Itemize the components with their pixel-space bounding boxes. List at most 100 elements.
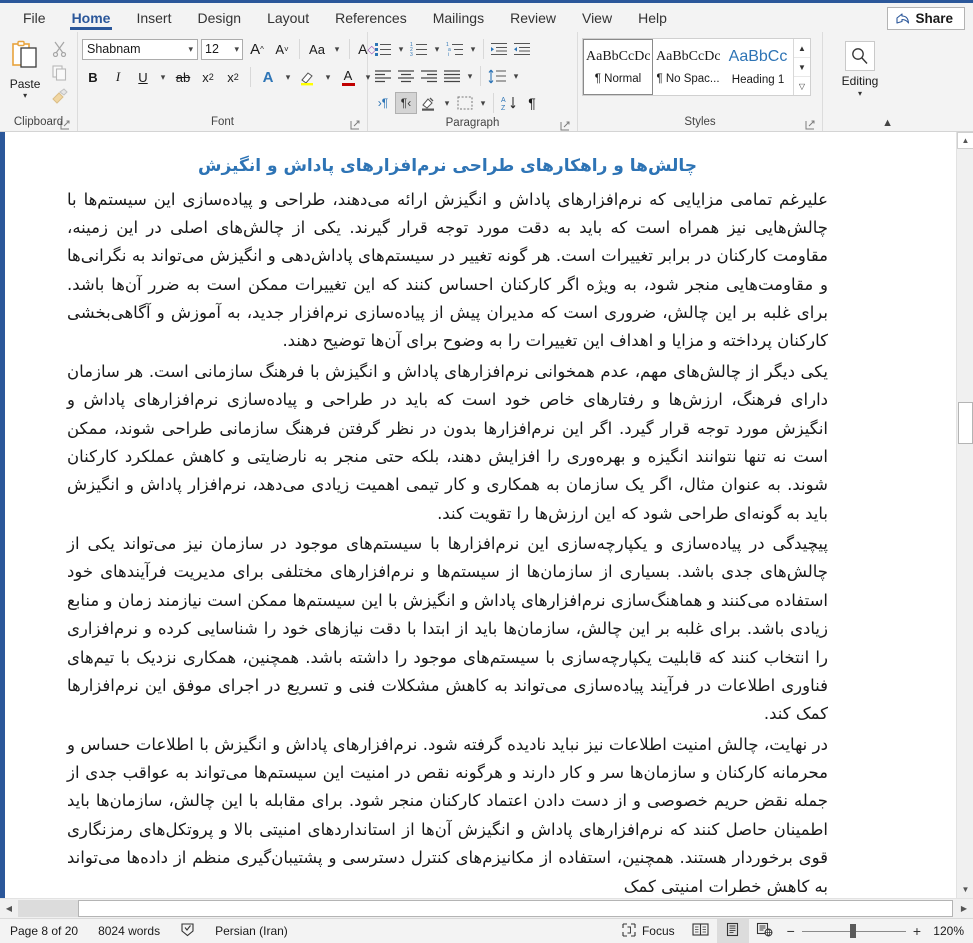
cut-button[interactable] bbox=[51, 40, 68, 62]
zoom-out-button[interactable]: − bbox=[787, 924, 795, 938]
text-direction-ltr-icon[interactable]: ›¶ bbox=[372, 92, 394, 114]
tab-review[interactable]: Review bbox=[497, 3, 569, 32]
text-effects-chevron-down-icon[interactable]: ▾ bbox=[282, 66, 294, 88]
style-item-normal[interactable]: AaBbCcDc ¶ Normal bbox=[583, 39, 653, 95]
sort-az-icon[interactable]: AZ bbox=[498, 92, 520, 114]
focus-mode-button[interactable]: Focus bbox=[612, 919, 685, 943]
document-page[interactable]: چالش‌ها و راهکارهای طراحی نرم‌افزارهای پ… bbox=[5, 132, 956, 898]
tab-file[interactable]: File bbox=[10, 3, 59, 32]
style-item-heading1[interactable]: AaBbCc Heading 1 bbox=[723, 39, 793, 95]
align-right-icon[interactable] bbox=[418, 65, 440, 87]
print-layout-button[interactable] bbox=[716, 919, 749, 943]
tab-mailings[interactable]: Mailings bbox=[420, 3, 497, 32]
format-painter-button[interactable] bbox=[51, 88, 68, 110]
style-item-no-spacing[interactable]: AaBbCcDc ¶ No Spac... bbox=[653, 39, 723, 95]
change-case-icon[interactable]: Aa bbox=[306, 38, 328, 60]
language-status[interactable]: Persian (Iran) bbox=[205, 919, 298, 943]
proofing-status[interactable] bbox=[170, 919, 205, 943]
text-effects-icon[interactable]: A bbox=[257, 66, 279, 88]
shading-chevron-down-icon[interactable]: ▾ bbox=[441, 92, 453, 114]
grow-font-icon[interactable]: A ^ bbox=[246, 38, 268, 60]
font-name-chevron-down-icon[interactable]: ▾ bbox=[188, 44, 193, 55]
tab-references[interactable]: References bbox=[322, 3, 420, 32]
page-number-status[interactable]: Page 8 of 20 bbox=[0, 919, 88, 943]
text-direction-rtl-icon[interactable]: ¶‹ bbox=[395, 92, 417, 114]
font-dialog-launcher-icon[interactable] bbox=[350, 120, 360, 130]
zoom-slider[interactable] bbox=[801, 924, 906, 938]
styles-dialog-launcher-icon[interactable] bbox=[805, 120, 815, 130]
ribbon-tabs: File Home Insert Design Layout Reference… bbox=[0, 3, 680, 32]
multilevel-list-icon[interactable]: 1ai bbox=[444, 38, 466, 60]
clipboard-dialog-launcher-icon[interactable] bbox=[60, 120, 70, 130]
numbering-chevron-down-icon[interactable]: ▾ bbox=[431, 38, 443, 60]
show-formatting-marks-icon[interactable]: ¶ bbox=[521, 92, 543, 114]
align-center-icon[interactable] bbox=[395, 65, 417, 87]
font-color-icon[interactable]: A bbox=[337, 66, 359, 88]
tab-view[interactable]: View bbox=[569, 3, 625, 32]
italic-button[interactable]: I bbox=[107, 66, 129, 88]
numbering-icon[interactable]: 123 bbox=[408, 38, 430, 60]
font-size-combobox[interactable]: 12 ▾ bbox=[201, 38, 243, 60]
page-scroll-viewport[interactable]: چالش‌ها و راهکارهای طراحی نرم‌افزارهای پ… bbox=[5, 132, 956, 898]
text-highlight-icon[interactable] bbox=[297, 66, 319, 88]
scroll-left-arrow-icon[interactable]: ◀ bbox=[0, 899, 18, 918]
scroll-down-arrow-icon[interactable]: ▼ bbox=[957, 881, 973, 898]
decrease-indent-icon[interactable] bbox=[488, 38, 510, 60]
text-highlight-chevron-down-icon[interactable]: ▾ bbox=[322, 66, 334, 88]
shrink-font-icon[interactable]: A ˅ bbox=[271, 38, 293, 60]
style-name-no-spacing: ¶ No Spac... bbox=[656, 73, 720, 85]
change-case-chevron-down-icon[interactable]: ▾ bbox=[331, 38, 343, 60]
scroll-up-arrow-icon[interactable]: ▲ bbox=[957, 132, 973, 149]
tab-home[interactable]: Home bbox=[59, 3, 124, 32]
paste-dropdown-chevron-down-icon[interactable]: ▾ bbox=[23, 92, 27, 100]
increase-indent-icon[interactable] bbox=[511, 38, 533, 60]
strikethrough-icon[interactable]: ab bbox=[172, 66, 194, 88]
copy-button[interactable] bbox=[51, 64, 68, 86]
zoom-slider-thumb[interactable] bbox=[849, 924, 856, 938]
read-mode-button[interactable] bbox=[685, 919, 717, 943]
bullets-icon[interactable] bbox=[372, 38, 394, 60]
paragraph-row-2: ▾ ▾ bbox=[372, 64, 522, 88]
horizontal-scrollbar-thumb[interactable] bbox=[78, 900, 953, 917]
horizontal-scrollbar[interactable]: ◀ ▶ bbox=[0, 898, 973, 918]
tab-design[interactable]: Design bbox=[184, 3, 254, 32]
multilevel-list-chevron-down-icon[interactable]: ▾ bbox=[467, 38, 479, 60]
vertical-scrollbar-thumb[interactable] bbox=[958, 402, 973, 444]
share-button[interactable]: Share bbox=[887, 7, 965, 30]
bold-button[interactable]: B bbox=[82, 66, 104, 88]
paragraph-dialog-launcher-icon[interactable] bbox=[560, 121, 570, 131]
superscript-icon[interactable]: x2 bbox=[222, 66, 244, 88]
underline-button[interactable]: U bbox=[132, 66, 154, 88]
borders-chevron-down-icon[interactable]: ▾ bbox=[477, 92, 489, 114]
horizontal-scrollbar-gap bbox=[18, 900, 78, 917]
web-layout-button[interactable] bbox=[749, 919, 781, 943]
editing-button[interactable]: Editing ▾ bbox=[827, 37, 893, 98]
styles-more-icon[interactable]: ▽ bbox=[794, 77, 810, 95]
font-size-chevron-down-icon[interactable]: ▾ bbox=[234, 44, 239, 55]
subscript-icon[interactable]: x2 bbox=[197, 66, 219, 88]
zoom-level-label[interactable]: 120% bbox=[928, 924, 964, 938]
justify-chevron-down-icon[interactable]: ▾ bbox=[464, 65, 476, 87]
vertical-scrollbar[interactable]: ▲ ▼ bbox=[956, 132, 973, 898]
line-spacing-icon[interactable] bbox=[485, 65, 509, 87]
tab-help[interactable]: Help bbox=[625, 3, 680, 32]
tab-layout[interactable]: Layout bbox=[254, 3, 322, 32]
bullets-chevron-down-icon[interactable]: ▾ bbox=[395, 38, 407, 60]
zoom-in-button[interactable]: + bbox=[913, 924, 921, 938]
horizontal-scrollbar-track[interactable] bbox=[18, 899, 955, 918]
shading-icon[interactable] bbox=[418, 92, 440, 114]
font-name-combobox[interactable]: Shabnam ▾ bbox=[82, 38, 198, 60]
styles-scroll-up-icon[interactable]: ▲ bbox=[794, 39, 810, 58]
borders-icon[interactable] bbox=[454, 92, 476, 114]
align-left-icon[interactable] bbox=[372, 65, 394, 87]
scroll-right-arrow-icon[interactable]: ▶ bbox=[955, 899, 973, 918]
tab-insert[interactable]: Insert bbox=[123, 3, 184, 32]
paste-button[interactable]: Paste ▾ bbox=[4, 37, 46, 100]
word-count-status[interactable]: 8024 words bbox=[88, 919, 170, 943]
justify-icon[interactable] bbox=[441, 65, 463, 87]
styles-scroll-down-icon[interactable]: ▼ bbox=[794, 58, 810, 77]
collapse-ribbon-icon[interactable]: ▲ bbox=[882, 117, 893, 129]
editing-chevron-down-icon[interactable]: ▾ bbox=[858, 89, 862, 98]
line-spacing-chevron-down-icon[interactable]: ▾ bbox=[510, 65, 522, 87]
underline-chevron-down-icon[interactable]: ▾ bbox=[157, 66, 169, 88]
